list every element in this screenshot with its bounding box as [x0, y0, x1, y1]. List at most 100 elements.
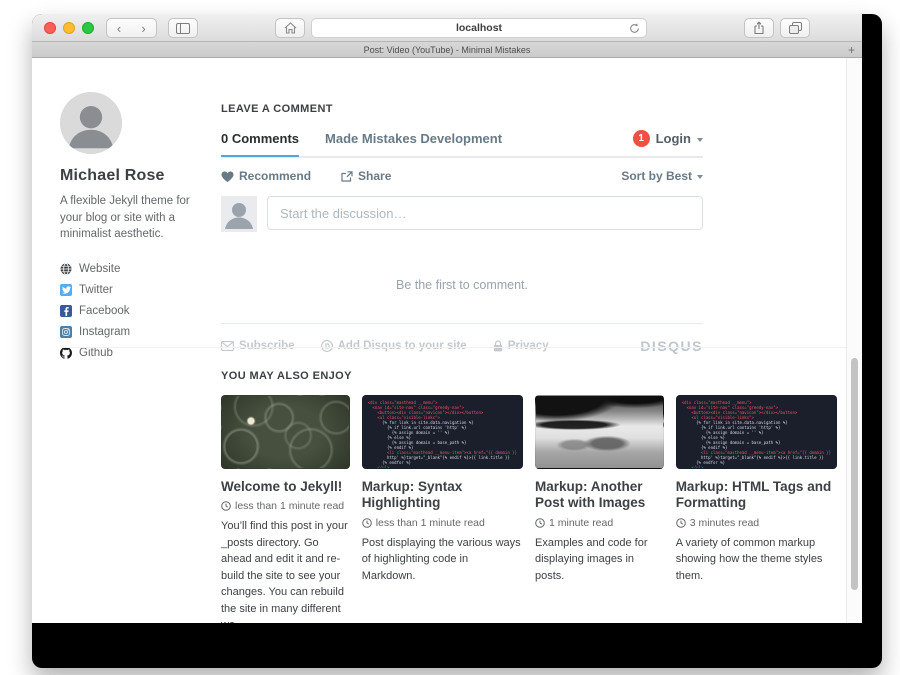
- related-posts-section: YOU MAY ALSO ENJOY Welcome to Jekyll! le…: [221, 370, 837, 623]
- clock-icon: [535, 518, 545, 528]
- post-excerpt: Examples and code for displaying images …: [535, 535, 664, 585]
- sidebar-item-twitter[interactable]: Twitter: [60, 284, 198, 296]
- tab-bar: Post: Video (YouTube) - Minimal Mistakes…: [32, 42, 862, 58]
- sidebar-icon: [176, 23, 190, 34]
- related-heading: YOU MAY ALSO ENJOY: [221, 370, 837, 382]
- person-silhouette-icon: [221, 196, 257, 232]
- post-excerpt: You’ll find this post in your _posts dir…: [221, 518, 350, 623]
- post-excerpt: Post displaying the various ways of high…: [362, 535, 523, 585]
- related-card[interactable]: Markup: Another Post with Images 1 minut…: [535, 395, 664, 623]
- address-bar[interactable]: localhost: [311, 18, 647, 38]
- clock-icon: [362, 518, 372, 528]
- post-thumbnail-code: <div class="masthead __menu"> <nav id="s…: [362, 395, 523, 469]
- related-grid: Welcome to Jekyll! less than 1 minute re…: [221, 395, 837, 623]
- login-label: Login: [656, 131, 691, 146]
- author-avatar: [60, 92, 122, 154]
- home-button[interactable]: [275, 18, 305, 38]
- read-time: less than 1 minute read: [376, 517, 485, 529]
- post-thumbnail-code: <div class="masthead __menu"> <nav id="s…: [676, 395, 837, 469]
- github-icon: [60, 347, 72, 359]
- add-disqus-label: Add Disqus to your site: [338, 340, 467, 352]
- sidebar-item-website[interactable]: Website: [60, 263, 198, 275]
- related-card[interactable]: <div class="masthead __menu"> <nav id="s…: [362, 395, 523, 623]
- subscribe-label: Subscribe: [239, 340, 295, 352]
- share-icon: [753, 21, 765, 35]
- post-title[interactable]: Markup: Another Post with Images: [535, 479, 664, 512]
- login-control[interactable]: 1 Login: [633, 130, 703, 156]
- reload-icon: [628, 22, 641, 35]
- comment-input[interactable]: [267, 196, 703, 230]
- link-label: Facebook: [79, 305, 130, 317]
- sort-control[interactable]: Sort by Best: [621, 169, 703, 183]
- sidebar-toggle-button[interactable]: [168, 18, 198, 38]
- subscribe-link[interactable]: Subscribe: [221, 340, 295, 352]
- disqus-logo[interactable]: DISQUS: [640, 338, 703, 354]
- url-text: localhost: [456, 22, 502, 34]
- related-card[interactable]: Welcome to Jekyll! less than 1 minute re…: [221, 395, 350, 623]
- browser-titlebar: ‹ › localhost: [32, 14, 862, 42]
- read-time: less than 1 minute read: [235, 500, 344, 512]
- post-excerpt: A variety of common markup showing how t…: [676, 535, 837, 585]
- divider: [60, 347, 846, 348]
- share-button[interactable]: [744, 18, 774, 38]
- share-comments-button[interactable]: Share: [341, 169, 391, 183]
- disqus-actions: Recommend Share Sort by Best: [221, 169, 703, 183]
- forward-button[interactable]: ›: [131, 18, 157, 38]
- envelope-icon: [221, 341, 234, 351]
- reload-button[interactable]: [628, 22, 641, 35]
- active-tab[interactable]: Post: Video (YouTube) - Minimal Mistakes: [364, 45, 531, 55]
- sort-label: Sort by Best: [621, 169, 692, 183]
- comments-section: LEAVE A COMMENT 0 Comments Made Mistakes…: [221, 103, 703, 354]
- heart-icon: [221, 171, 234, 182]
- tab-community[interactable]: Made Mistakes Development: [325, 131, 502, 155]
- clock-icon: [221, 501, 231, 511]
- person-silhouette-icon: [60, 92, 122, 154]
- instagram-icon: [62, 328, 70, 336]
- commenter-avatar: [221, 196, 257, 232]
- comment-compose: [221, 196, 703, 232]
- minimize-window-button[interactable]: [63, 22, 75, 34]
- zoom-window-button[interactable]: [82, 22, 94, 34]
- disqus-d-icon: [321, 340, 333, 352]
- author-name: Michael Rose: [60, 167, 198, 185]
- share-label: Share: [358, 169, 391, 183]
- recommend-label: Recommend: [239, 169, 311, 183]
- twitter-icon: [62, 286, 71, 294]
- tab-comments-count[interactable]: 0 Comments: [221, 131, 299, 157]
- home-icon: [284, 22, 297, 34]
- post-title[interactable]: Markup: Syntax Highlighting: [362, 479, 523, 512]
- author-sidebar: Michael Rose A flexible Jekyll theme for…: [60, 92, 198, 368]
- link-label: Twitter: [79, 284, 113, 296]
- post-thumbnail: [221, 395, 350, 469]
- chevron-right-icon: ›: [141, 21, 145, 36]
- author-links: Website Twitter Facebook Instagram: [60, 263, 198, 359]
- post-thumbnail: [535, 395, 664, 469]
- post-title[interactable]: Markup: HTML Tags and Formatting: [676, 479, 837, 512]
- scrollbar-track[interactable]: [846, 58, 862, 623]
- post-title[interactable]: Welcome to Jekyll!: [221, 479, 350, 495]
- globe-icon: [60, 263, 72, 275]
- sidebar-item-instagram[interactable]: Instagram: [60, 326, 198, 338]
- sidebar-item-facebook[interactable]: Facebook: [60, 305, 198, 317]
- chevron-down-icon: [697, 175, 703, 179]
- notification-badge: 1: [633, 130, 650, 147]
- back-button[interactable]: ‹: [106, 18, 132, 38]
- chevron-down-icon: [697, 138, 703, 142]
- read-time: 1 minute read: [549, 517, 613, 529]
- sidebar-item-github[interactable]: Github: [60, 347, 198, 359]
- show-all-tabs-button[interactable]: [780, 18, 810, 38]
- link-label: Instagram: [79, 326, 130, 338]
- scrollbar-thumb[interactable]: [851, 358, 858, 590]
- page-content: Michael Rose A flexible Jekyll theme for…: [32, 58, 862, 623]
- new-tab-button[interactable]: +: [848, 43, 855, 57]
- add-disqus-link[interactable]: Add Disqus to your site: [321, 340, 467, 352]
- related-card[interactable]: <div class="masthead __menu"> <nav id="s…: [676, 395, 837, 623]
- empty-state-text: Be the first to comment.: [221, 278, 703, 292]
- comments-heading: LEAVE A COMMENT: [221, 103, 703, 115]
- divider: [221, 323, 703, 324]
- author-bio: A flexible Jekyll theme for your blog or…: [60, 193, 198, 243]
- privacy-link[interactable]: Privacy: [493, 340, 549, 352]
- close-window-button[interactable]: [44, 22, 56, 34]
- recommend-button[interactable]: Recommend: [221, 169, 311, 183]
- share-arrow-icon: [341, 171, 353, 182]
